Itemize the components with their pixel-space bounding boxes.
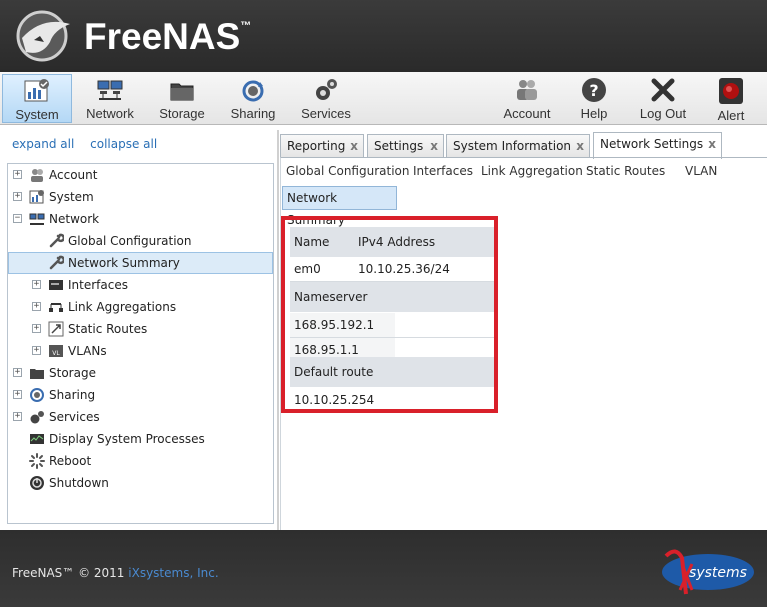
system-chart-icon bbox=[29, 190, 44, 204]
tab-bar: Reporting x Settings x System Informatio… bbox=[280, 132, 767, 159]
network-button[interactable]: Network bbox=[78, 74, 142, 123]
subnav-global-configuration[interactable]: Global Configuration bbox=[286, 164, 409, 178]
logout-x-icon bbox=[651, 78, 675, 102]
services-gears-icon bbox=[316, 79, 337, 100]
collapse-all-link[interactable]: collapse all bbox=[90, 137, 157, 151]
copyright-text: FreeNAS™ © 2011 iXsystems, Inc. bbox=[12, 566, 219, 580]
account-button[interactable]: Account bbox=[500, 74, 554, 123]
tab-reporting[interactable]: Reporting x bbox=[280, 134, 364, 158]
tree-item-static-routes[interactable]: + Static Routes bbox=[8, 318, 273, 340]
interface-ip-cell: 10.10.25.36/24 bbox=[358, 262, 450, 276]
alert-button[interactable]: Alert bbox=[710, 74, 752, 123]
shutdown-power-icon bbox=[30, 476, 44, 490]
expand-toggle[interactable]: + bbox=[32, 302, 41, 311]
tree-item-interfaces[interactable]: + Interfaces bbox=[8, 274, 273, 296]
services-button[interactable]: Services bbox=[296, 74, 356, 123]
subtab-network-summary[interactable]: Network Summary bbox=[282, 186, 397, 227]
help-button[interactable]: ? Help bbox=[574, 74, 614, 123]
vlan-icon: VL bbox=[49, 345, 63, 357]
subnav-vlan[interactable]: VLAN bbox=[685, 164, 717, 178]
sharing-sync-icon bbox=[30, 388, 44, 402]
interface-name-cell: em0 bbox=[294, 262, 321, 276]
footer: FreeNAS™ © 2011 iXsystems, Inc. systems bbox=[0, 530, 767, 607]
navigation-tree: + Account + System − Network Global Conf… bbox=[7, 163, 274, 524]
close-icon[interactable]: x bbox=[708, 133, 716, 155]
system-chart-icon bbox=[24, 79, 49, 102]
panel-splitter[interactable] bbox=[277, 130, 279, 530]
expand-toggle[interactable]: + bbox=[13, 390, 22, 399]
subnav-link-aggregation[interactable]: Link Aggregation bbox=[481, 164, 583, 178]
expand-toggle[interactable]: + bbox=[13, 192, 22, 201]
network-computers-icon bbox=[97, 80, 123, 100]
svg-text:VL: VL bbox=[52, 350, 60, 357]
nameserver-value: 168.95.192.1 bbox=[290, 313, 395, 337]
system-button[interactable]: System bbox=[2, 74, 72, 123]
expand-toggle[interactable]: + bbox=[13, 368, 22, 377]
network-summary-box: Name IPv4 Address em0 10.10.25.36/24 Nam… bbox=[281, 216, 498, 413]
tree-item-display-system-processes[interactable]: Display System Processes bbox=[8, 428, 273, 450]
main-toolbar: System Network Storage Sharing Services bbox=[0, 72, 767, 125]
sharing-sync-icon bbox=[242, 80, 264, 102]
close-icon[interactable]: x bbox=[350, 135, 358, 157]
wrench-icon bbox=[49, 255, 64, 270]
help-question-icon: ? bbox=[582, 78, 606, 102]
nameserver-header: Nameserver bbox=[290, 282, 494, 312]
collapse-toggle[interactable]: − bbox=[13, 214, 22, 223]
svg-text:?: ? bbox=[589, 81, 598, 100]
ixsystems-link[interactable]: iXsystems, Inc. bbox=[128, 566, 218, 580]
subnav-static-routes[interactable]: Static Routes bbox=[586, 164, 665, 178]
logout-button[interactable]: Log Out bbox=[636, 74, 690, 123]
account-users-icon bbox=[31, 169, 43, 182]
storage-folder-icon bbox=[170, 83, 194, 101]
header: FreeNAS™ bbox=[0, 0, 767, 72]
storage-folder-icon bbox=[30, 369, 44, 379]
expand-toggle[interactable]: + bbox=[32, 324, 41, 333]
tree-item-network-summary[interactable]: Network Summary bbox=[8, 252, 273, 274]
tree-item-global-configuration[interactable]: Global Configuration bbox=[8, 230, 273, 252]
svg-text:systems: systems bbox=[689, 565, 747, 581]
expand-toggle[interactable]: + bbox=[13, 170, 22, 179]
expand-all-link[interactable]: expand all bbox=[12, 137, 74, 151]
freenas-shark-logo-icon bbox=[16, 10, 70, 62]
default-route-header: Default route bbox=[290, 357, 494, 387]
processes-monitor-icon bbox=[30, 434, 44, 444]
tab-network-settings[interactable]: Network Settings x bbox=[593, 132, 722, 159]
alert-light-icon bbox=[719, 78, 743, 104]
network-computers-icon bbox=[29, 213, 45, 225]
tree-item-vlans[interactable]: + VL VLANs bbox=[8, 340, 273, 362]
tree-item-reboot[interactable]: Reboot bbox=[8, 450, 273, 472]
sharing-button[interactable]: Sharing bbox=[226, 74, 280, 123]
tree-item-network[interactable]: − Network bbox=[8, 208, 273, 230]
ixsystems-logo-icon: systems bbox=[662, 549, 754, 595]
static-routes-icon bbox=[48, 321, 64, 337]
tab-system-information[interactable]: System Information x bbox=[446, 134, 590, 158]
account-users-icon bbox=[517, 80, 537, 100]
expand-toggle[interactable]: + bbox=[32, 346, 41, 355]
close-icon[interactable]: x bbox=[576, 135, 584, 157]
brand-name: FreeNAS™ bbox=[84, 16, 252, 57]
interface-card-icon bbox=[49, 280, 63, 290]
services-gears-icon bbox=[30, 411, 44, 424]
tree-item-services[interactable]: + Services bbox=[8, 406, 273, 428]
tree-item-sharing[interactable]: + Sharing bbox=[8, 384, 273, 406]
expand-toggle[interactable]: + bbox=[32, 280, 41, 289]
storage-button[interactable]: Storage bbox=[152, 74, 212, 123]
link-aggregation-icon bbox=[49, 303, 63, 312]
reboot-spinner-icon bbox=[29, 453, 45, 469]
subnav-interfaces[interactable]: Interfaces bbox=[413, 164, 473, 178]
tree-item-system[interactable]: + System bbox=[8, 186, 273, 208]
tree-item-storage[interactable]: + Storage bbox=[8, 362, 273, 384]
tree-item-link-aggregations[interactable]: + Link Aggregations bbox=[8, 296, 273, 318]
tree-item-shutdown[interactable]: Shutdown bbox=[8, 472, 273, 494]
tree-item-account[interactable]: + Account bbox=[8, 164, 273, 186]
expand-toggle[interactable]: + bbox=[13, 412, 22, 421]
close-icon[interactable]: x bbox=[430, 135, 438, 157]
tab-settings[interactable]: Settings x bbox=[367, 134, 444, 158]
wrench-icon bbox=[49, 233, 64, 248]
col-ipv4-header: IPv4 Address bbox=[358, 235, 436, 249]
col-name-header: Name bbox=[294, 235, 330, 249]
tree-controls: expand all collapse all bbox=[12, 137, 169, 151]
default-route-value: 10.10.25.254 bbox=[294, 393, 375, 407]
